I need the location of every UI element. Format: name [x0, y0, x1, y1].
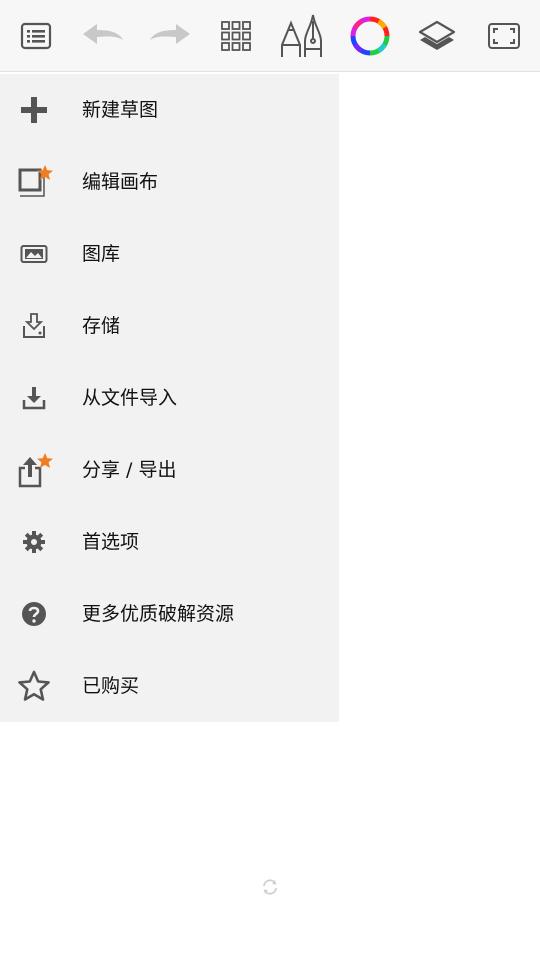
color-button[interactable] — [340, 6, 400, 66]
fullscreen-button[interactable] — [474, 6, 534, 66]
redo-icon — [150, 24, 190, 44]
menu-item-label: 图库 — [82, 243, 121, 265]
menu-item-label: 新建草图 — [82, 99, 159, 121]
layers-button[interactable] — [407, 6, 467, 66]
menu-item-edit-canvas[interactable]: 编辑画布 — [0, 146, 339, 218]
menu-item-gallery[interactable]: 图库 — [0, 218, 339, 290]
import-icon — [14, 378, 54, 418]
edit-canvas-icon — [14, 162, 54, 202]
menu-item-label: 更多优质破解资源 — [82, 603, 235, 625]
list-icon — [20, 22, 52, 50]
menu-item-label: 编辑画布 — [82, 171, 159, 193]
menu-item-import[interactable]: 从文件导入 — [0, 362, 339, 434]
menu-item-save[interactable]: 存储 — [0, 290, 339, 362]
gear-icon — [14, 522, 54, 562]
layers-icon — [418, 20, 456, 50]
undo-button[interactable] — [73, 6, 133, 66]
grid-icon — [221, 21, 251, 51]
menu-item-label: 存储 — [82, 315, 121, 337]
menu-list-button[interactable] — [6, 6, 66, 66]
menu-item-preferences[interactable]: 首选项 — [0, 506, 339, 578]
gallery-icon — [14, 234, 54, 274]
menu-item-share-export[interactable]: 分享 / 导出 — [0, 434, 339, 506]
fullscreen-icon — [488, 23, 520, 49]
menu-item-purchased[interactable]: 已购买 — [0, 650, 339, 722]
star-outline-icon — [14, 666, 54, 706]
main-menu-panel: 新建草图 编辑画布 图库 存储 从文件导入 分享 / 导出 首选项 更多优质破解… — [0, 74, 339, 722]
premium-star-icon — [37, 453, 53, 468]
color-wheel-icon — [350, 16, 390, 56]
undo-icon — [83, 24, 123, 44]
save-icon — [14, 306, 54, 346]
menu-item-new-sketch[interactable]: 新建草图 — [0, 74, 339, 146]
redo-button[interactable] — [140, 6, 200, 66]
menu-item-label: 首选项 — [82, 531, 140, 553]
menu-item-label: 已购买 — [82, 675, 140, 697]
help-icon — [14, 594, 54, 634]
share-icon — [14, 450, 54, 490]
brushes-icon — [281, 14, 322, 57]
plus-icon — [14, 90, 54, 130]
top-toolbar — [0, 0, 540, 72]
grid-button[interactable] — [206, 6, 266, 66]
brushes-button[interactable] — [272, 6, 332, 66]
loading-spinner-icon — [263, 879, 277, 895]
menu-item-label: 从文件导入 — [82, 387, 178, 409]
menu-item-more-resources[interactable]: 更多优质破解资源 — [0, 578, 339, 650]
menu-item-label: 分享 / 导出 — [82, 459, 177, 481]
